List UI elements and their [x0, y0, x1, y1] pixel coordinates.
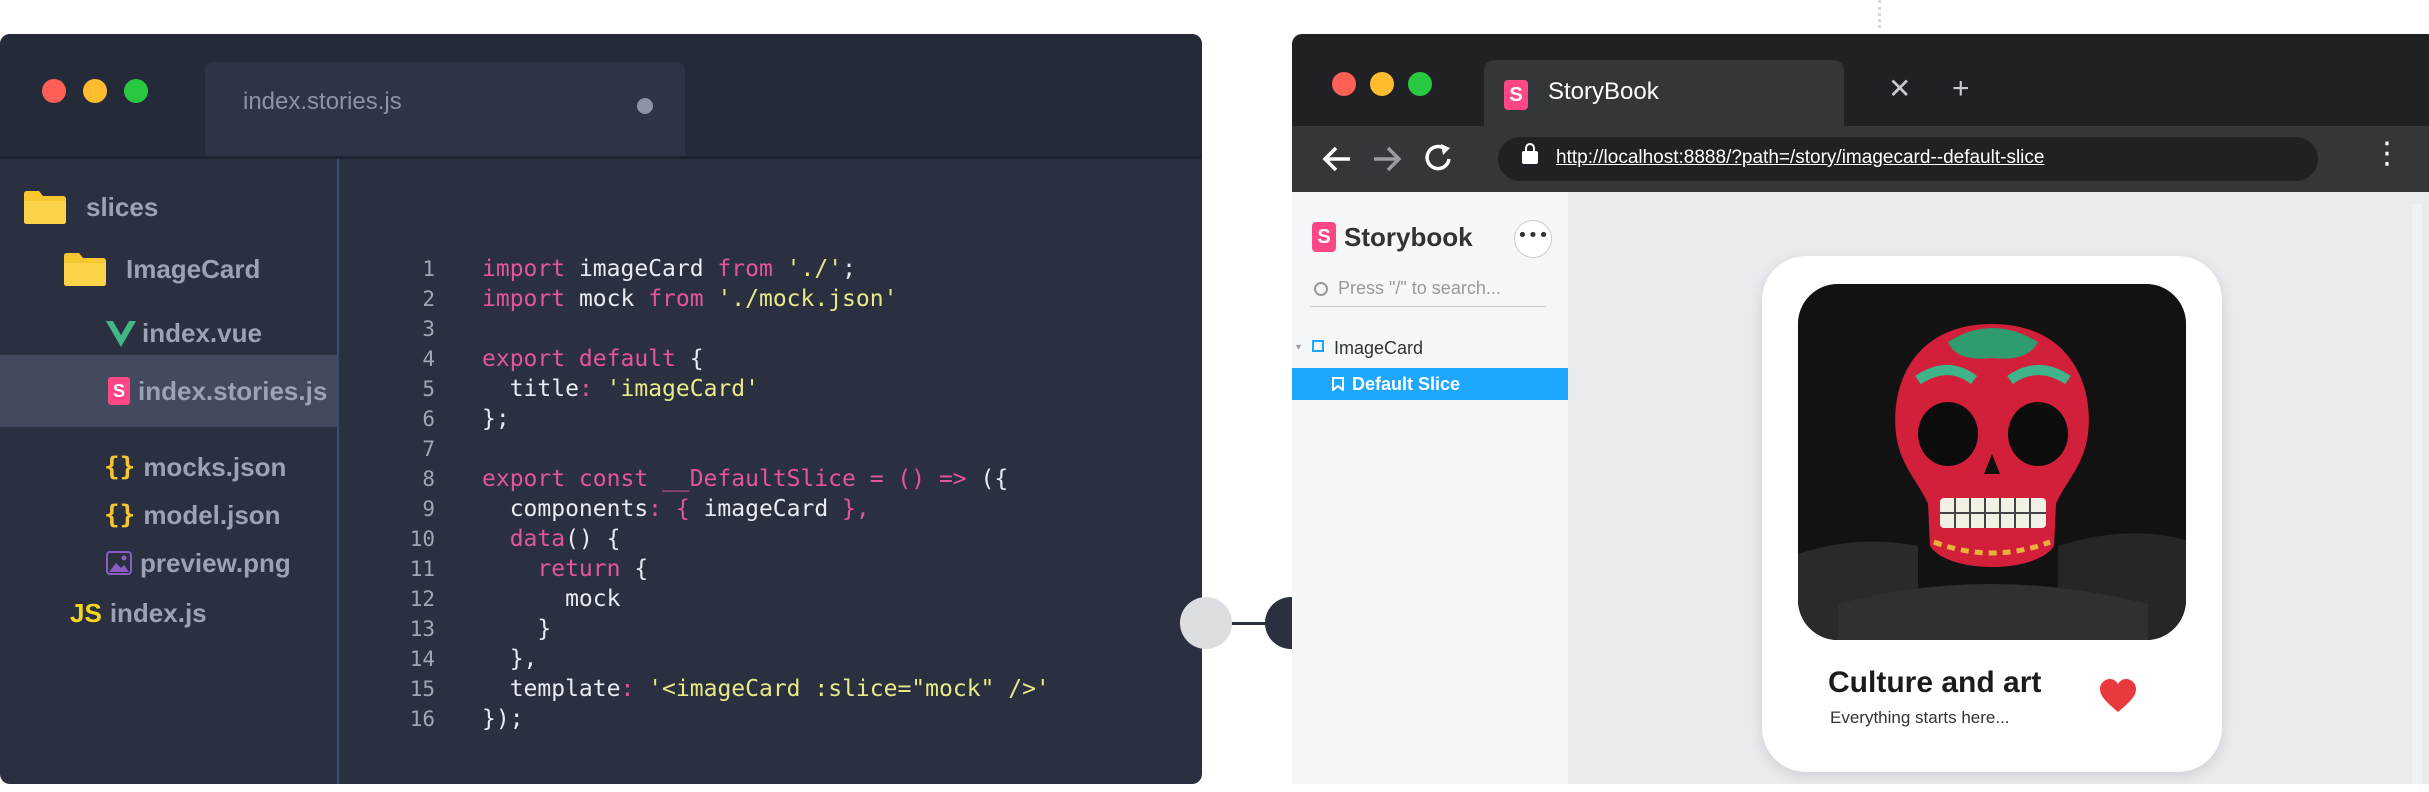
tree-item-preview-png[interactable]: preview.png [106, 535, 291, 591]
component-icon [1312, 340, 1324, 352]
address-bar[interactable]: http://localhost:8888/?path=/story/image… [1498, 137, 2318, 181]
editor-tab-label: index.stories.js [243, 88, 402, 115]
reload-icon[interactable] [1424, 142, 1454, 174]
close-window-button[interactable] [42, 79, 66, 103]
skull-image [1798, 284, 2186, 640]
json-icon: {} [104, 500, 136, 530]
minimize-window-button[interactable] [83, 79, 107, 103]
connector-node-left [1180, 597, 1232, 649]
unsaved-indicator-icon [637, 98, 653, 114]
line-number: 8 [422, 467, 435, 491]
forward-arrow-icon[interactable] [1372, 146, 1402, 172]
tree-item-slices[interactable]: slices [22, 179, 158, 235]
tree-item-label: model.json [143, 499, 281, 530]
line-number: 9 [422, 497, 435, 521]
storybook-brand: Storybook [1344, 222, 1473, 252]
sidebar-story-label: Default Slice [1352, 374, 1461, 394]
js-icon: JS [70, 597, 102, 628]
tree-item-label: preview.png [140, 547, 291, 578]
dotted-divider [1878, 0, 1883, 28]
tree-item-label: index.stories.js [138, 375, 328, 406]
sidebar-item-default-slice[interactable]: Default Slice [1292, 368, 1568, 400]
browser-menu-icon[interactable]: ⋮ [2372, 136, 2402, 171]
close-tab-icon[interactable]: ✕ [1888, 72, 1911, 105]
editor-titlebar: index.stories.js [0, 34, 1202, 159]
browser-tab-strip: S StoryBook ✕ + [1292, 34, 2429, 126]
maximize-window-button[interactable] [1408, 72, 1432, 96]
search-input[interactable]: Press "/" to search... [1310, 276, 1546, 307]
line-number: 11 [409, 557, 435, 581]
search-icon [1314, 282, 1328, 296]
code-editor-window: index.stories.js slices ImageCard index.… [0, 34, 1202, 784]
storybook-icon: S [108, 377, 130, 405]
line-number: 12 [409, 587, 435, 611]
maximize-window-button[interactable] [124, 79, 148, 103]
browser-tab[interactable]: S StoryBook ✕ [1484, 60, 1911, 126]
json-icon: {} [104, 452, 136, 482]
line-number: 10 [409, 527, 435, 551]
tree-item-index-stories-js[interactable]: S index.stories.js [0, 355, 337, 427]
lock-icon [1522, 143, 1538, 164]
tree-item-index-vue[interactable]: index.vue [106, 305, 262, 361]
browser-toolbar: http://localhost:8888/?path=/story/image… [1292, 126, 2429, 192]
more-options-button[interactable]: ••• [1514, 220, 1552, 258]
line-number: 14 [409, 647, 435, 671]
line-number: 2 [422, 287, 435, 311]
storybook-favicon-icon: S [1504, 80, 1528, 110]
line-number: 6 [422, 407, 435, 431]
browser-window: S StoryBook ✕ + http://localhost:8888/?p… [1292, 34, 2429, 784]
folder-icon [64, 253, 106, 286]
folder-icon [24, 191, 66, 224]
card-image [1798, 284, 2186, 640]
line-number: 13 [409, 617, 435, 641]
line-number: 1 [422, 257, 435, 281]
tree-item-label: ImageCard [126, 253, 261, 284]
image-icon [106, 551, 132, 575]
card-subtitle: Everything starts here... [1830, 708, 2010, 727]
search-placeholder: Press "/" to search... [1338, 278, 1501, 298]
heart-icon[interactable] [2098, 678, 2138, 714]
image-card: Culture and art Everything starts here..… [1762, 256, 2222, 772]
bookmark-icon [1332, 377, 1344, 391]
new-tab-button[interactable]: + [1952, 72, 1970, 106]
tree-item-label: slices [86, 191, 159, 222]
minimize-window-button[interactable] [1370, 72, 1394, 96]
storybook-logo-icon: S [1312, 222, 1336, 252]
canvas-scrollbar[interactable] [2412, 204, 2422, 784]
browser-tab-title: StoryBook [1548, 78, 1659, 105]
line-number: 15 [409, 677, 435, 701]
collapse-chevron-icon: ▾ [1296, 342, 1302, 353]
storybook-sidebar: S Storybook ••• Press "/" to search... ▾… [1292, 192, 1568, 784]
file-tree: slices ImageCard index.vue S index.stori… [0, 159, 339, 784]
line-number: 16 [409, 707, 435, 731]
sidebar-item-imagecard[interactable]: ▾ ImageCard [1292, 334, 1568, 364]
tree-item-label: mocks.json [143, 451, 287, 482]
url-text: http://localhost:8888/?path=/story/image… [1556, 147, 2045, 168]
line-number: 3 [422, 317, 435, 341]
back-arrow-icon[interactable] [1322, 146, 1352, 172]
line-number: 5 [422, 377, 435, 401]
tree-item-imagecard[interactable]: ImageCard [62, 241, 260, 297]
vue-icon [106, 321, 136, 347]
tree-item-label: index.js [109, 597, 207, 628]
close-window-button[interactable] [1332, 72, 1356, 96]
card-title: Culture and art [1828, 666, 2042, 699]
line-number: 4 [422, 347, 435, 371]
tree-item-index-js[interactable]: JS index.js [70, 585, 207, 641]
line-number: 7 [422, 437, 435, 461]
tree-item-label: index.vue [142, 317, 262, 348]
editor-tab[interactable]: index.stories.js [205, 62, 685, 156]
sidebar-group-label: ImageCard [1334, 338, 1424, 358]
